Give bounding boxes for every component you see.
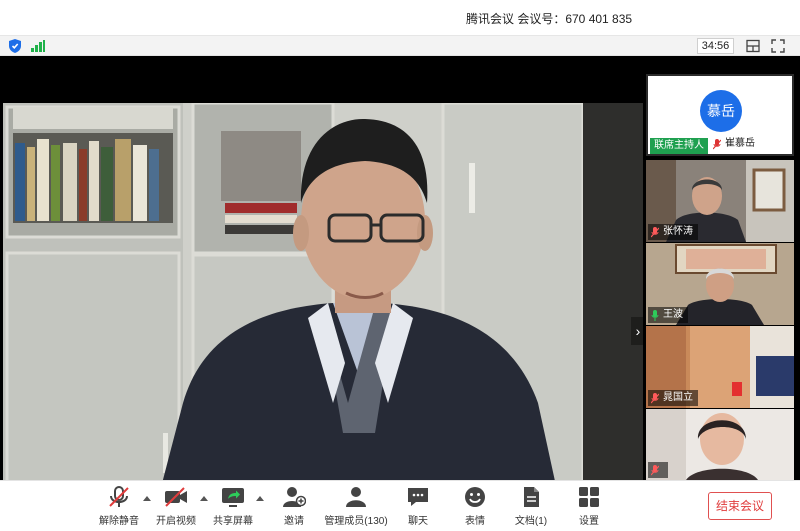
- add-user-icon: [283, 487, 306, 507]
- share-screen-label: 共享屏幕: [213, 516, 253, 527]
- chevron-up-icon[interactable]: [200, 495, 208, 501]
- settings-label: 设置: [579, 516, 599, 527]
- participant-name: 王波: [663, 309, 683, 320]
- participant-name-tag: 晁国立: [648, 390, 698, 406]
- main-speaker-video[interactable]: ›: [3, 103, 643, 518]
- fullscreen-icon[interactable]: [771, 39, 785, 53]
- invite-button[interactable]: 邀请: [278, 486, 310, 528]
- reactions-label: 表情: [465, 516, 485, 527]
- participant-list: 慕岳 联席主持人 崔慕岳 张怀涛 王波 晁国立: [646, 74, 794, 480]
- participant-video: [646, 409, 794, 480]
- chevron-up-icon[interactable]: [143, 495, 151, 501]
- participant-tile[interactable]: [646, 409, 794, 480]
- camera-off-icon: [165, 487, 187, 507]
- mic-muted-icon: [109, 486, 129, 507]
- speaker-video-frame: [3, 103, 643, 518]
- participant-tile[interactable]: 王波: [646, 243, 794, 325]
- reactions-button[interactable]: 表情: [461, 486, 489, 528]
- meeting-toolbar: 解除静音 开启视频 共享屏幕 邀请 管理成员(130) 聊天 表情 文档(1) …: [0, 480, 800, 531]
- start-video-label: 开启视频: [156, 516, 196, 527]
- shield-icon[interactable]: [9, 39, 21, 53]
- avatar: 慕岳: [700, 90, 742, 132]
- participant-name-tag: [648, 462, 668, 478]
- meeting-timer: 34:56: [697, 38, 734, 54]
- participant-name: 晁国立: [663, 392, 693, 403]
- next-page-arrow[interactable]: ›: [631, 317, 643, 345]
- mic-active-icon: [651, 309, 659, 321]
- participant-name-tag: 张怀涛: [648, 224, 698, 240]
- title-bar: 腾讯会议 会议号：670 401 835: [0, 0, 800, 36]
- documents-label: 文档(1): [514, 516, 548, 527]
- invite-label: 邀请: [284, 516, 304, 527]
- chat-icon: [408, 488, 428, 506]
- document-icon: [524, 487, 539, 507]
- participant-tile-host[interactable]: 慕岳 联席主持人 崔慕岳: [646, 74, 794, 156]
- participant-tile[interactable]: 晁国立: [646, 326, 794, 408]
- video-stage: › 慕岳 联席主持人 崔慕岳 张怀涛 王波 晁国立: [0, 56, 800, 518]
- mic-muted-icon: [651, 226, 659, 237]
- participant-name: 崔慕岳: [725, 138, 755, 149]
- unmute-label: 解除静音: [99, 516, 139, 527]
- settings-button[interactable]: 设置: [575, 486, 603, 528]
- layout-icon[interactable]: [746, 39, 760, 53]
- manage-members-button[interactable]: 管理成员(130): [324, 486, 388, 528]
- mic-muted-icon: [713, 138, 721, 149]
- members-icon: [346, 487, 366, 507]
- mic-muted-icon: [651, 392, 659, 403]
- end-meeting-button[interactable]: 结束会议: [708, 492, 772, 520]
- smile-icon: [465, 487, 485, 507]
- status-bar: 34:56: [0, 36, 800, 56]
- share-screen-button[interactable]: 共享屏幕: [211, 486, 255, 528]
- manage-members-label: 管理成员(130): [324, 516, 388, 527]
- mic-muted-icon: [651, 464, 659, 475]
- participant-name-tag: 崔慕岳: [710, 136, 760, 152]
- grid-settings-icon: [579, 487, 599, 507]
- signal-icon[interactable]: [31, 40, 45, 52]
- start-video-button[interactable]: 开启视频: [154, 486, 198, 528]
- participant-name-tag: 王波: [648, 307, 688, 323]
- chat-button[interactable]: 聊天: [404, 486, 432, 528]
- unmute-button[interactable]: 解除静音: [98, 486, 140, 528]
- meeting-title: 腾讯会议 会议号：670 401 835: [466, 12, 633, 26]
- share-screen-icon: [222, 488, 244, 507]
- chevron-up-icon[interactable]: [256, 495, 264, 501]
- cohost-badge: 联席主持人: [650, 138, 708, 154]
- participant-name: 张怀涛: [663, 226, 693, 237]
- participant-tile[interactable]: 张怀涛: [646, 160, 794, 242]
- chat-label: 聊天: [408, 516, 428, 527]
- documents-button[interactable]: 文档(1): [513, 486, 549, 528]
